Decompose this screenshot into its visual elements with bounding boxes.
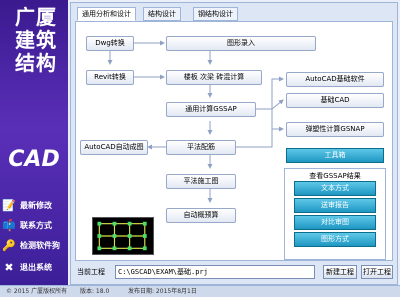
gsnap-calc-button[interactable]: 弹塑性计算GSNAP [286, 122, 384, 137]
rebar-design-button[interactable]: 平法配筋 [166, 140, 236, 155]
grid-frame-preview [97, 221, 147, 251]
graphic-input-button[interactable]: 图形录入 [166, 36, 316, 51]
open-project-button[interactable]: 打开工程 [361, 265, 393, 279]
tab-steel-design[interactable]: 钢结构设计 [193, 7, 238, 21]
exit-icon: ✖ [4, 260, 14, 274]
new-project-button[interactable]: 新建工程 [323, 265, 357, 279]
revit-convert-button[interactable]: Revit转换 [86, 70, 134, 85]
sidebar-link-latest-changes[interactable]: 📝 最新修改 [2, 196, 68, 214]
tab-general-analysis[interactable]: 通用分析和设计 [77, 7, 136, 21]
dwg-convert-button[interactable]: Dwg转换 [86, 36, 134, 51]
sidebar-link-label: 联系方式 [20, 220, 52, 230]
project-row: 当前工程 C:\GSCAD\EXAM\基础.prj 新建工程 打开工程 [75, 265, 393, 281]
copyright-text: © 2015 广厦版权所有 [6, 288, 68, 295]
main-panel: 通用分析和设计 结构设计 钢结构设计 Dwg转换 Revit转换 图形录入 楼板… [70, 2, 398, 285]
slab-beam-calc-button[interactable]: 楼板 次梁 砖混计算 [166, 70, 262, 85]
result-graphic-mode-button[interactable]: 图形方式 [294, 232, 376, 247]
sidebar-link-check-dongle[interactable]: 🔑 检测软件狗 [2, 236, 68, 254]
product-logo-cad: CAD [8, 147, 60, 172]
app-window: 广厦建筑结构 CAD 📝 最新修改 📫 联系方式 🔑 检测软件狗 ✖ 退出系统 … [0, 0, 400, 297]
sidebar-link-label: 退出系统 [20, 262, 52, 272]
notepad-icon: 📝 [2, 198, 16, 212]
construction-drawing-button[interactable]: 平法施工图 [166, 174, 236, 189]
sidebar: 广厦建筑结构 CAD 📝 最新修改 📫 联系方式 🔑 检测软件狗 ✖ 退出系统 [0, 0, 68, 285]
usb-key-icon: 🔑 [2, 238, 16, 252]
project-path-field[interactable]: C:\GSCAD\EXAM\基础.prj [115, 265, 315, 279]
autocad-base-button[interactable]: AutoCAD基础软件 [286, 72, 384, 87]
autocad-auto-drawing-button[interactable]: AutoCAD自动成图 [80, 140, 148, 155]
product-logo-text: 广厦建筑结构 [15, 5, 57, 75]
auto-budget-button[interactable]: 自动概预算 [166, 208, 236, 223]
status-bar: © 2015 广厦版权所有 版本: 18.0 发布日期: 2015年8月1日 [0, 285, 400, 297]
release-date-text: 发布日期: 2015年8月1日 [128, 288, 197, 295]
result-text-mode-button[interactable]: 文本方式 [294, 181, 376, 196]
sidebar-link-label: 最新修改 [20, 200, 52, 210]
mailbox-icon: 📫 [2, 218, 16, 232]
sidebar-link-contact[interactable]: 📫 联系方式 [2, 216, 68, 234]
tab-structure-design[interactable]: 结构设计 [143, 7, 181, 21]
structure-preview-image [92, 217, 154, 255]
gssap-results-title: 查看GSSAP结果 [309, 172, 361, 180]
gssap-calc-button[interactable]: 通用计算GSSAP [166, 102, 256, 117]
flow-chart: Dwg转换 Revit转换 图形录入 楼板 次梁 砖混计算 通用计算GSSAP … [75, 21, 393, 261]
toolbox-button[interactable]: 工具箱 [286, 148, 384, 163]
current-project-label: 当前工程 [77, 268, 105, 276]
result-compare-review-button[interactable]: 对比审图 [294, 215, 376, 230]
sidebar-link-exit[interactable]: ✖ 退出系统 [2, 258, 68, 276]
base-cad-button[interactable]: 基础CAD [286, 93, 384, 108]
sidebar-link-label: 检测软件狗 [20, 240, 60, 250]
version-text: 版本: 18.0 [80, 288, 110, 295]
result-review-report-button[interactable]: 送审报告 [294, 198, 376, 213]
